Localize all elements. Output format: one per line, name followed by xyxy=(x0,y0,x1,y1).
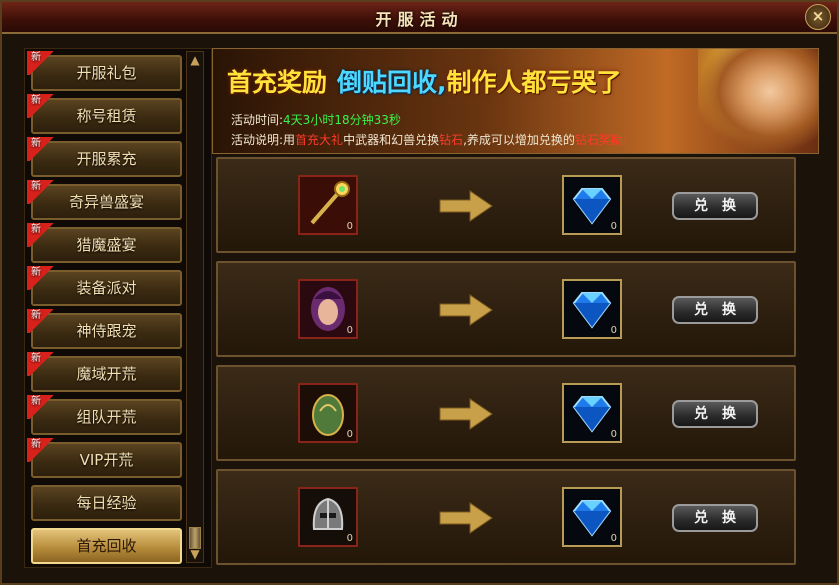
sidebar-item-4[interactable]: 新猎魔盛宴 xyxy=(27,223,182,263)
sidebar-item-label: VIP开荒 xyxy=(79,451,134,469)
close-button[interactable]: × xyxy=(805,4,831,30)
sidebar-item-label: 组队开荒 xyxy=(76,408,137,426)
activity-window: 开服活动 × 新开服礼包新称号租赁新开服累充新奇异兽盛宴新猎魔盛宴新装备派对新神… xyxy=(0,0,839,585)
time-label: 活动时间: xyxy=(231,113,284,127)
source-item-slot[interactable]: 0 xyxy=(298,383,358,443)
source-item-slot[interactable]: 0 xyxy=(298,175,358,235)
desc-highlight-diamond: 钻石 xyxy=(439,133,464,147)
sidebar-item-label: 称号租赁 xyxy=(76,107,137,125)
new-badge: 新 xyxy=(27,94,57,118)
sidebar-item-11[interactable]: 首充回收 xyxy=(31,528,182,564)
headline-part1: 首充奖励 xyxy=(227,68,328,97)
new-badge: 新 xyxy=(27,180,57,204)
item-count: 0 xyxy=(346,221,353,232)
target-item-slot[interactable]: 0 xyxy=(562,279,622,339)
new-badge: 新 xyxy=(27,309,57,333)
arrow-right-icon xyxy=(438,293,493,327)
sidebar-scrollbar[interactable]: ▲ ▼ xyxy=(186,51,204,563)
sidebar-item-label: 奇异兽盛宴 xyxy=(68,193,144,211)
desc-highlight-first-gift: 首充大礼 xyxy=(295,133,344,147)
sidebar-item-6[interactable]: 新神侍跟宠 xyxy=(27,309,182,349)
exchange-button[interactable]: 兑换 xyxy=(672,192,758,220)
source-item-slot[interactable]: 0 xyxy=(298,487,358,547)
exchange-row: 0 0 兑换 xyxy=(216,157,796,253)
sidebar-item-8[interactable]: 新组队开荒 xyxy=(27,395,182,435)
new-badge: 新 xyxy=(27,438,57,462)
sidebar-item-label: 首充回收 xyxy=(76,537,137,555)
activity-content: 首充奖励 倒贴回收,制作人都亏哭了 活动时间:4天3小时18分钟33秒 活动说明:… xyxy=(212,48,819,566)
title-bar: 开服活动 × xyxy=(2,2,837,34)
item-count: 0 xyxy=(610,325,617,336)
desc-end: ! xyxy=(622,133,628,147)
sidebar-item-1[interactable]: 新称号租赁 xyxy=(27,94,182,134)
item-count: 0 xyxy=(610,429,617,440)
sidebar-item-2[interactable]: 新开服累充 xyxy=(27,137,182,177)
new-badge: 新 xyxy=(27,137,57,161)
scroll-down-icon[interactable]: ▼ xyxy=(188,546,202,562)
arrow-right-icon xyxy=(438,189,493,223)
sidebar-item-10[interactable]: 每日经验 xyxy=(31,485,182,521)
exchange-row: 0 0 兑换 xyxy=(216,261,796,357)
new-badge: 新 xyxy=(27,395,57,419)
new-badge: 新 xyxy=(27,352,57,376)
exchange-button[interactable]: 兑换 xyxy=(672,504,758,532)
target-item-slot[interactable]: 0 xyxy=(562,175,622,235)
headline-part2: 倒贴回收, xyxy=(337,68,447,97)
window-title: 开服活动 xyxy=(375,10,464,29)
sidebar-item-7[interactable]: 新魔域开荒 xyxy=(27,352,182,392)
item-count: 0 xyxy=(346,429,353,440)
new-badge: 新 xyxy=(27,223,57,247)
sidebar-item-label: 猎魔盛宴 xyxy=(76,236,137,254)
item-count: 0 xyxy=(610,221,617,232)
item-count: 0 xyxy=(346,325,353,336)
sidebar-item-label: 装备派对 xyxy=(76,279,137,297)
desc-highlight-reward: 钻石奖励 xyxy=(574,133,623,147)
banner-headline: 首充奖励 倒贴回收,制作人都亏哭了 xyxy=(227,63,622,99)
arrow-right-icon xyxy=(438,397,493,431)
item-count: 0 xyxy=(346,533,353,544)
desc-text: 中武器和幻兽兑换 xyxy=(343,133,440,147)
scroll-up-icon[interactable]: ▲ xyxy=(188,52,202,68)
sidebar-item-9[interactable]: 新 VIP开荒 xyxy=(27,438,182,478)
sidebar-item-3[interactable]: 新奇异兽盛宴 xyxy=(27,180,182,220)
sidebar-item-label: 魔域开荒 xyxy=(76,365,137,383)
activity-banner: 首充奖励 倒贴回收,制作人都亏哭了 活动时间:4天3小时18分钟33秒 活动说明:… xyxy=(212,48,819,154)
sidebar-item-5[interactable]: 新装备派对 xyxy=(27,266,182,306)
activity-sidebar: 新开服礼包新称号租赁新开服累充新奇异兽盛宴新猎魔盛宴新装备派对新神侍跟宠新魔域开… xyxy=(24,48,212,568)
arrow-right-icon xyxy=(438,501,493,535)
desc-label: 活动说明:用 xyxy=(231,133,296,147)
sidebar-item-label: 每日经验 xyxy=(76,494,137,512)
sidebar-item-label: 开服累充 xyxy=(76,150,137,168)
countdown-timer: 4天3小时18分钟33秒 xyxy=(283,113,401,127)
sidebar-item-label: 神侍跟宠 xyxy=(76,322,137,340)
sidebar-item-0[interactable]: 新开服礼包 xyxy=(27,51,182,91)
exchange-button[interactable]: 兑换 xyxy=(672,400,758,428)
exchange-row: 0 0 兑换 xyxy=(216,365,796,461)
exchange-button[interactable]: 兑换 xyxy=(672,296,758,324)
new-badge: 新 xyxy=(27,51,57,75)
heroine-illustration-icon xyxy=(698,49,818,153)
exchange-row: 0 0 兑换 xyxy=(216,469,796,565)
target-item-slot[interactable]: 0 xyxy=(562,487,622,547)
source-item-slot[interactable]: 0 xyxy=(298,279,358,339)
headline-part3: 制作人都亏哭了 xyxy=(446,68,622,97)
new-badge: 新 xyxy=(27,266,57,290)
target-item-slot[interactable]: 0 xyxy=(562,383,622,443)
sidebar-item-label: 开服礼包 xyxy=(76,64,137,82)
activity-time-line: 活动时间:4天3小时18分钟33秒 xyxy=(231,111,401,128)
activity-desc-line: 活动说明:用首充大礼中武器和幻兽兑换钻石,养成可以增加兑换的钻石奖励! xyxy=(231,131,628,148)
desc-text-2: ,养成可以增加兑换的 xyxy=(463,133,575,147)
item-count: 0 xyxy=(610,533,617,544)
